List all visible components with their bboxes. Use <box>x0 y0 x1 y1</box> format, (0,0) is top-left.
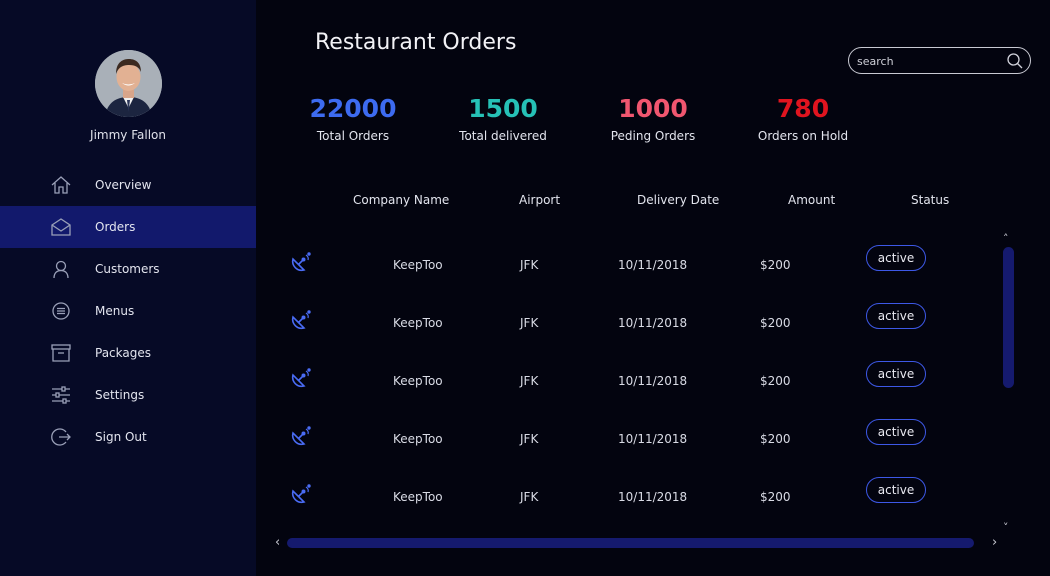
stat-label: Peding Orders <box>610 129 696 143</box>
cell-company: KeepToo <box>393 374 443 388</box>
sidebar-item-label: Packages <box>95 346 151 360</box>
stat-label: Orders on Hold <box>757 129 849 143</box>
satellite-dish-icon <box>290 483 312 505</box>
sidebar-item-label: Overview <box>95 178 152 192</box>
search-input[interactable] <box>857 53 1002 69</box>
sign-out-icon <box>50 427 72 447</box>
cell-company: KeepToo <box>393 258 443 272</box>
cell-date: 10/11/2018 <box>618 432 688 446</box>
mail-icon <box>50 217 72 237</box>
satellite-dish-icon <box>290 309 312 331</box>
search-icon[interactable] <box>1006 52 1024 70</box>
sidebar-item-label: Customers <box>95 262 160 276</box>
satellite-dish-icon <box>290 367 312 389</box>
scroll-up-icon[interactable]: ˄ <box>1003 232 1009 245</box>
cell-company: KeepToo <box>393 316 443 330</box>
sidebar-item-packages[interactable]: Packages <box>0 332 256 374</box>
column-header-company[interactable]: Company Name <box>353 193 449 207</box>
stat-orders-on-hold: 780 Orders on Hold <box>728 94 878 143</box>
cell-date: 10/11/2018 <box>618 316 688 330</box>
sidebar-item-settings[interactable]: Settings <box>0 374 256 416</box>
sidebar-item-customers[interactable]: Customers <box>0 248 256 290</box>
cell-amount: $200 <box>760 432 791 446</box>
sidebar-item-menus[interactable]: Menus <box>0 290 256 332</box>
list-circle-icon <box>50 301 72 321</box>
avatar[interactable] <box>95 50 162 117</box>
stat-value: 780 <box>776 94 830 123</box>
cell-date: 10/11/2018 <box>618 374 688 388</box>
vertical-scrollbar-thumb[interactable] <box>1003 247 1014 388</box>
cell-company: KeepToo <box>393 490 443 504</box>
cell-airport: JFK <box>520 374 539 388</box>
cell-amount: $200 <box>760 374 791 388</box>
status-badge[interactable]: active <box>866 419 926 445</box>
stat-value: 1000 <box>618 94 688 123</box>
sidebar-item-orders[interactable]: Orders <box>0 206 256 248</box>
column-header-status[interactable]: Status <box>911 193 949 207</box>
cell-date: 10/11/2018 <box>618 258 688 272</box>
stat-value: 1500 <box>468 94 538 123</box>
cell-company: KeepToo <box>393 432 443 446</box>
status-badge[interactable]: active <box>866 477 926 503</box>
cell-airport: JFK <box>520 316 539 330</box>
stat-label: Total Orders <box>316 129 390 143</box>
sidebar-item-label: Menus <box>95 304 135 318</box>
stat-total-delivered: 1500 Total delivered <box>428 94 578 143</box>
column-header-date[interactable]: Delivery Date <box>637 193 719 207</box>
stat-total-orders: 22000 Total Orders <box>278 94 428 143</box>
home-icon <box>50 175 72 195</box>
archive-icon <box>50 343 72 363</box>
stat-value: 22000 <box>309 94 397 123</box>
search-box <box>848 47 1031 74</box>
scroll-right-icon[interactable]: › <box>992 535 997 550</box>
stat-label: Total delivered <box>459 129 547 143</box>
satellite-dish-icon <box>290 251 312 273</box>
sidebar-item-label: Sign Out <box>95 430 147 444</box>
sidebar-item-label: Settings <box>95 388 145 402</box>
status-badge[interactable]: active <box>866 245 926 271</box>
horizontal-scrollbar-thumb[interactable] <box>287 538 974 548</box>
stat-pending-orders: 1000 Peding Orders <box>578 94 728 143</box>
satellite-dish-icon <box>290 425 312 447</box>
column-header-airport[interactable]: Airport <box>519 193 560 207</box>
cell-amount: $200 <box>760 490 791 504</box>
cell-date: 10/11/2018 <box>618 490 688 504</box>
sidebar-item-sign-out[interactable]: Sign Out <box>0 416 256 458</box>
scroll-left-icon[interactable]: ‹ <box>275 535 280 550</box>
user-name: Jimmy Fallon <box>90 128 166 142</box>
cell-airport: JFK <box>520 432 539 446</box>
person-icon <box>50 259 72 279</box>
page-title: Restaurant Orders <box>315 30 517 55</box>
sidebar: Jimmy Fallon Overview Orders Customers M… <box>0 0 256 576</box>
status-badge[interactable]: active <box>866 361 926 387</box>
sidebar-item-label: Orders <box>95 220 136 234</box>
status-badge[interactable]: active <box>866 303 926 329</box>
cell-airport: JFK <box>520 490 539 504</box>
column-header-amount[interactable]: Amount <box>788 193 835 207</box>
scroll-down-icon[interactable]: ˅ <box>1003 521 1009 534</box>
cell-amount: $200 <box>760 258 791 272</box>
cell-airport: JFK <box>520 258 539 272</box>
cell-amount: $200 <box>760 316 791 330</box>
sidebar-item-overview[interactable]: Overview <box>0 164 256 206</box>
sliders-icon <box>50 385 72 405</box>
sidebar-nav: Overview Orders Customers Menus Packages <box>0 164 256 458</box>
